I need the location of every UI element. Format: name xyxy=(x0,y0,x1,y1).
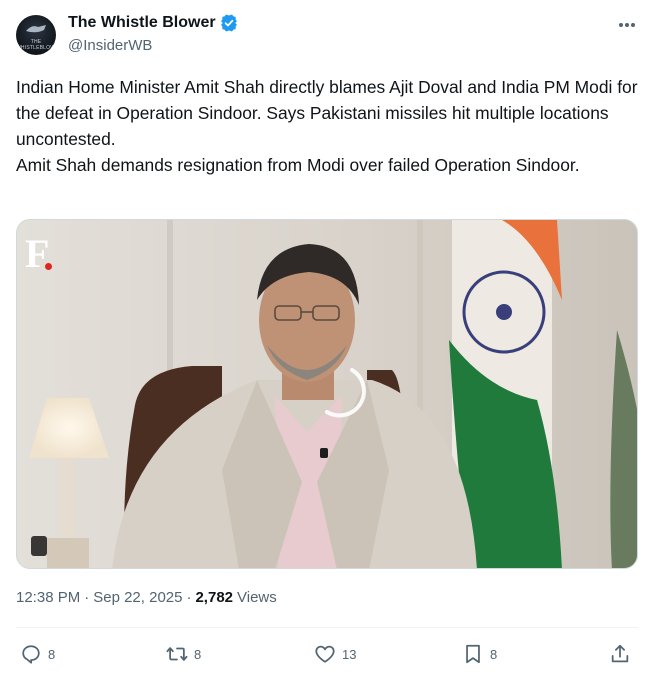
views-count: 2,782 xyxy=(195,589,234,606)
tweet-meta: 12:38 PM · Sep 22, 2025 · 2,782 Views xyxy=(16,589,277,606)
like-icon xyxy=(315,645,335,663)
reply-icon xyxy=(22,645,40,664)
avatar-logo-text: THE WHISTLEBLOWER xyxy=(16,39,56,51)
whistle-logo-icon xyxy=(26,25,46,33)
more-options-button[interactable] xyxy=(614,14,640,36)
tweet-paragraph: Indian Home Minister Amit Shah directly … xyxy=(16,77,638,149)
author-name-row: The Whistle Blower xyxy=(68,14,238,32)
avatar[interactable]: THE WHISTLEBLOWER xyxy=(16,15,56,55)
verified-badge-icon[interactable] xyxy=(220,14,238,32)
repost-count: 8 xyxy=(194,646,202,662)
tweet-date[interactable]: Sep 22, 2025 xyxy=(93,589,182,606)
video-frame xyxy=(17,220,637,568)
share-button[interactable] xyxy=(609,636,631,672)
more-options-icon xyxy=(619,23,635,27)
author-display-name[interactable]: The Whistle Blower xyxy=(68,14,216,32)
tweet-time[interactable]: 12:38 PM xyxy=(16,589,80,606)
bookmark-button[interactable]: 8 xyxy=(462,636,497,672)
watermark-dot xyxy=(45,263,52,270)
tweet-card: THE WHISTLEBLOWER The Whistle Blower @In… xyxy=(0,0,655,683)
repost-icon xyxy=(166,647,188,661)
like-count: 13 xyxy=(342,646,357,662)
author-handle[interactable]: @InsiderWB xyxy=(68,37,152,54)
action-bar: 8 8 13 8 xyxy=(0,636,655,672)
meta-separator: · xyxy=(186,589,192,606)
like-button[interactable]: 13 xyxy=(314,636,356,672)
divider xyxy=(16,627,638,628)
share-icon xyxy=(611,644,629,663)
repost-button[interactable]: 8 xyxy=(166,636,201,672)
meta-separator: · xyxy=(84,589,90,606)
bookmark-icon xyxy=(466,644,480,664)
tweet-text: Indian Home Minister Amit Shah directly … xyxy=(16,74,641,178)
video-player[interactable]: F xyxy=(16,219,638,569)
bookmark-count: 8 xyxy=(490,646,498,662)
reply-count: 8 xyxy=(48,646,56,662)
views-label: Views xyxy=(237,589,277,606)
reply-button[interactable]: 8 xyxy=(20,636,55,672)
tweet-paragraph: Amit Shah demands resignation from Modi … xyxy=(16,155,580,175)
